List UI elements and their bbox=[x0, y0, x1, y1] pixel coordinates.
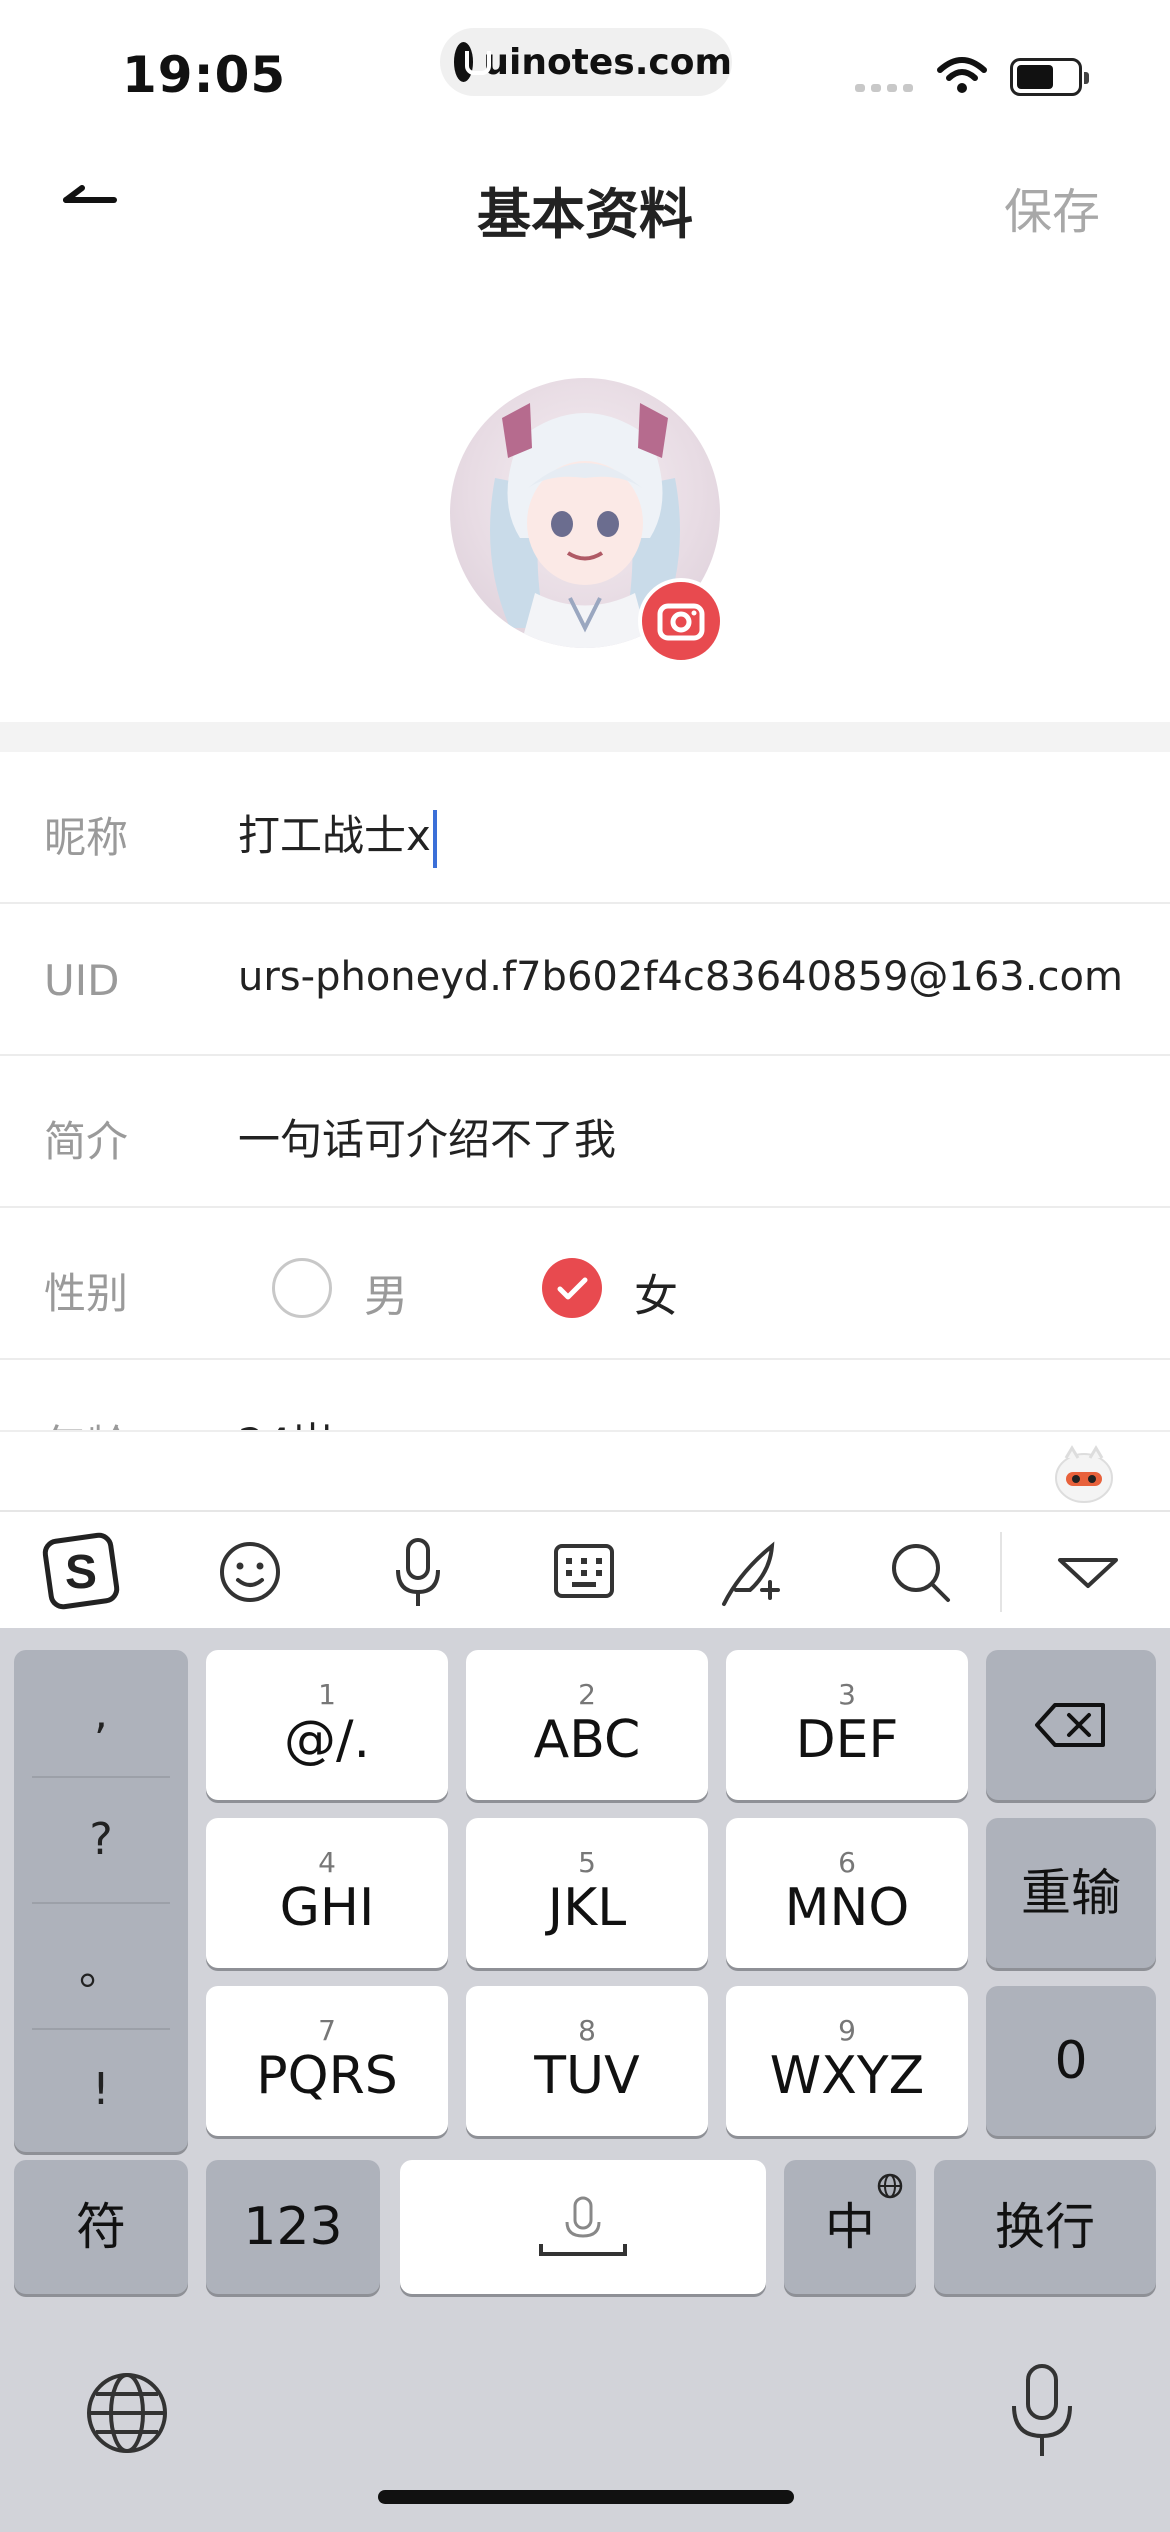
nickname-label: 昵称 bbox=[44, 813, 129, 862]
backspace-icon bbox=[1035, 1703, 1105, 1747]
key-6[interactable]: 6 MNO bbox=[726, 1818, 968, 1968]
key-number: 9 bbox=[838, 2014, 856, 2047]
status-time: 19:05 bbox=[122, 46, 287, 104]
page-title: 基本资料 bbox=[477, 183, 693, 246]
url-pill[interactable]: uinotes.com bbox=[440, 28, 732, 96]
key-2[interactable]: 2 ABC bbox=[466, 1650, 708, 1800]
male-radio[interactable] bbox=[272, 1258, 332, 1318]
female-radio[interactable] bbox=[542, 1258, 602, 1318]
camera-icon bbox=[657, 603, 705, 641]
numbers-key[interactable]: 123 bbox=[206, 2160, 380, 2294]
key-label: JKL bbox=[547, 1878, 627, 1938]
svg-text:S: S bbox=[65, 1546, 97, 1599]
nickname-row[interactable]: 昵称 打工战士x bbox=[0, 752, 1170, 904]
key-number: 5 bbox=[578, 1846, 596, 1879]
nickname-input[interactable]: 打工战士x bbox=[238, 802, 437, 868]
signal-icon bbox=[855, 84, 915, 92]
key-number: 2 bbox=[578, 1678, 596, 1711]
key-number: 7 bbox=[318, 2014, 336, 2047]
globe-small-icon bbox=[877, 2173, 903, 2199]
handwriting-icon[interactable] bbox=[710, 1532, 794, 1612]
reenter-key[interactable]: 重输 bbox=[986, 1818, 1156, 1968]
age-label: 年龄 bbox=[44, 1412, 128, 1430]
keyboard-toolbar: S bbox=[0, 1510, 1170, 1628]
key-7[interactable]: 7 PQRS bbox=[206, 1986, 448, 2136]
uid-value: urs-phoneyd.f7b602f4c83640859@163.com bbox=[238, 954, 1123, 1000]
chinese-key[interactable]: 中 bbox=[784, 2160, 916, 2294]
key-5[interactable]: 5 JKL bbox=[466, 1818, 708, 1968]
punct-key[interactable]: , bbox=[14, 1650, 188, 1776]
space-mic-icon bbox=[539, 2196, 627, 2256]
home-indicator[interactable] bbox=[378, 2490, 794, 2504]
microphone-icon[interactable] bbox=[376, 1532, 460, 1612]
change-avatar-button[interactable] bbox=[638, 578, 724, 664]
bio-input[interactable]: 一句话可介绍不了我 bbox=[238, 1106, 616, 1167]
key-8[interactable]: 8 TUV bbox=[466, 1986, 708, 2136]
space-key[interactable] bbox=[400, 2160, 766, 2294]
key-4[interactable]: 4 GHI bbox=[206, 1818, 448, 1968]
save-button[interactable]: 保存 bbox=[1004, 172, 1100, 242]
key-label: @/. bbox=[283, 1710, 371, 1770]
wifi-icon bbox=[937, 57, 987, 93]
key-3[interactable]: 3 DEF bbox=[726, 1650, 968, 1800]
globe-icon[interactable] bbox=[82, 2368, 172, 2458]
age-row[interactable]: 年龄 24岁 bbox=[0, 1360, 1170, 1430]
key-number: 4 bbox=[318, 1846, 336, 1879]
key-label: PQRS bbox=[256, 2046, 398, 2106]
keyboard-icon[interactable] bbox=[542, 1532, 626, 1612]
key-1[interactable]: 1 @/. bbox=[206, 1650, 448, 1800]
punct-key[interactable]: ! bbox=[14, 2026, 188, 2152]
key-label: 123 bbox=[243, 2197, 343, 2257]
punct-key[interactable]: ? bbox=[14, 1776, 188, 1902]
key-number: 1 bbox=[318, 1678, 336, 1711]
nickname-value: 打工战士x bbox=[238, 811, 431, 860]
uinotes-logo-icon bbox=[454, 42, 492, 82]
battery-icon bbox=[1010, 58, 1089, 96]
key-label: 重输 bbox=[1021, 1864, 1121, 1922]
female-label[interactable]: 女 bbox=[634, 1260, 678, 1324]
sogou-logo-icon[interactable]: S bbox=[40, 1532, 124, 1612]
collapse-keyboard-icon[interactable] bbox=[1046, 1532, 1130, 1612]
checkmark-icon bbox=[557, 1277, 588, 1300]
url-text: uinotes.com bbox=[483, 41, 732, 83]
assistant-mascot-icon[interactable] bbox=[1052, 1444, 1116, 1504]
key-label: 中 bbox=[825, 2198, 875, 2256]
gender-label: 性别 bbox=[44, 1269, 129, 1318]
newline-key[interactable]: 换行 bbox=[934, 2160, 1156, 2294]
key-label: DEF bbox=[795, 1710, 899, 1770]
key-number: 6 bbox=[838, 1846, 856, 1879]
keyboard: , ? 。 ! 1 @/. 2 ABC 3 DEF 4 GHI 5 JKL 6 … bbox=[0, 1628, 1170, 2532]
male-label[interactable]: 男 bbox=[364, 1260, 408, 1324]
delete-key[interactable] bbox=[986, 1650, 1156, 1800]
uid-row: UID urs-phoneyd.f7b602f4c83640859@163.co… bbox=[0, 904, 1170, 1056]
gender-row: 性别 男 女 bbox=[0, 1208, 1170, 1360]
uid-label: UID bbox=[44, 956, 120, 1005]
bio-label: 简介 bbox=[44, 1117, 129, 1166]
key-label: GHI bbox=[279, 1878, 375, 1938]
toolbar-divider bbox=[1000, 1532, 1002, 1612]
key-9[interactable]: 9 WXYZ bbox=[726, 1986, 968, 2136]
text-caret bbox=[432, 809, 437, 868]
punct-key[interactable]: 。 bbox=[14, 1902, 188, 2028]
key-label: 0 bbox=[1054, 2031, 1088, 2091]
search-icon[interactable] bbox=[878, 1532, 962, 1612]
dictation-mic-icon[interactable] bbox=[1000, 2360, 1084, 2464]
keyboard-accessory-bar bbox=[0, 1430, 1170, 1510]
key-label: WXYZ bbox=[769, 2046, 925, 2106]
key-number: 3 bbox=[838, 1678, 856, 1711]
punctuation-column: , ? 。 ! bbox=[14, 1650, 188, 2152]
key-label: ABC bbox=[533, 1710, 641, 1770]
key-label: MNO bbox=[784, 1878, 910, 1938]
key-label: 换行 bbox=[995, 2198, 1095, 2256]
age-value[interactable]: 24岁 bbox=[238, 1410, 333, 1430]
section-divider bbox=[0, 722, 1170, 752]
key-label: TUV bbox=[534, 2046, 640, 2106]
zero-key[interactable]: 0 bbox=[986, 1986, 1156, 2136]
bio-row[interactable]: 简介 一句话可介绍不了我 bbox=[0, 1056, 1170, 1208]
emoji-icon[interactable] bbox=[208, 1532, 292, 1612]
symbol-key[interactable]: 符 bbox=[14, 2160, 188, 2294]
key-number: 8 bbox=[578, 2014, 596, 2047]
key-label: 符 bbox=[76, 2198, 126, 2256]
